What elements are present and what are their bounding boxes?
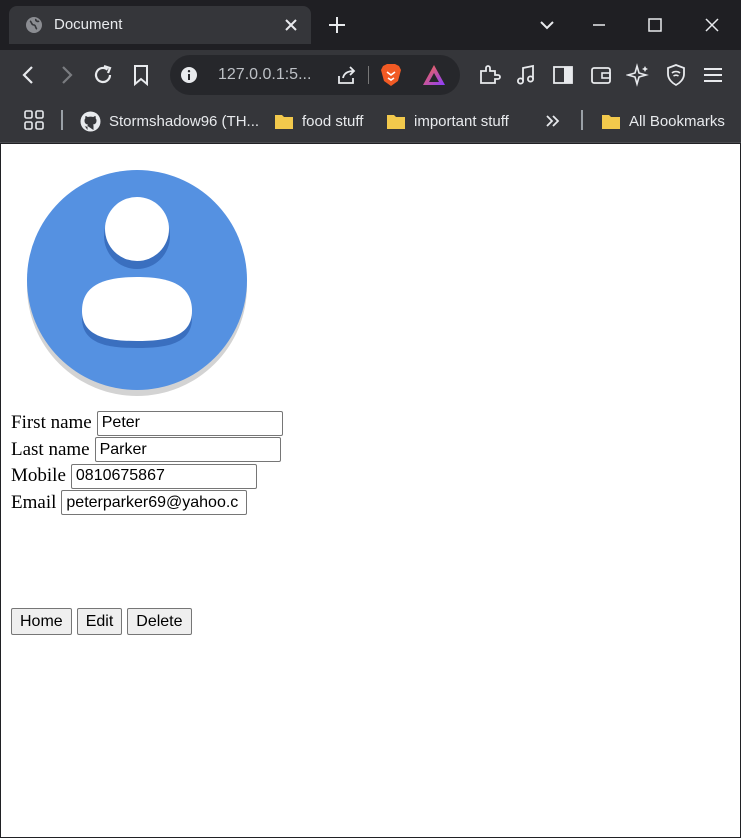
bookmark-icon[interactable] (129, 63, 153, 87)
last-name-field[interactable] (94, 437, 281, 463)
menu-icon[interactable] (701, 63, 725, 87)
leo-ai-icon[interactable] (626, 63, 650, 87)
mobile-label: Mobile (11, 465, 66, 487)
new-tab-icon[interactable] (326, 14, 348, 36)
close-window-icon[interactable] (701, 14, 723, 36)
bookmarks-bar: Stormshadow96 (TH... food stuff importan… (0, 100, 741, 143)
apps-grid-icon[interactable] (23, 109, 45, 131)
first-name-label: First name (11, 412, 92, 434)
email-row: Email (11, 490, 283, 517)
close-tab-icon[interactable] (281, 15, 301, 35)
wallet-icon[interactable] (589, 63, 613, 87)
bookmarks-divider (581, 110, 583, 130)
minimize-icon[interactable] (588, 14, 610, 36)
mobile-field[interactable] (70, 463, 257, 489)
email-label: Email (11, 491, 57, 513)
browser-toolbar: 127.0.0.1:5... (0, 50, 741, 100)
bookmarks-divider (61, 110, 63, 130)
user-avatar-icon (27, 170, 247, 396)
edit-button[interactable]: Edit (76, 608, 123, 635)
extensions-icon[interactable] (477, 63, 501, 87)
folder-icon (387, 114, 405, 129)
first-name-field[interactable] (96, 410, 283, 436)
bookmark-github[interactable]: Stormshadow96 (TH... (80, 108, 259, 134)
sidebar-icon[interactable] (551, 63, 575, 87)
globe-icon (26, 17, 42, 33)
maximize-icon[interactable] (644, 14, 666, 36)
github-icon (80, 111, 101, 131)
action-buttons: Home Edit Delete (11, 608, 192, 635)
brave-rewards-icon[interactable] (422, 64, 446, 86)
bookmark-label: All Bookmarks (629, 112, 725, 130)
bookmark-label: food stuff (302, 112, 364, 130)
site-info-icon[interactable] (180, 66, 198, 84)
last-name-label: Last name (11, 438, 90, 460)
bookmark-food-stuff[interactable]: food stuff (274, 108, 363, 134)
address-divider (368, 66, 369, 84)
folder-icon (602, 114, 620, 129)
forward-icon[interactable] (54, 63, 78, 87)
brave-shields-icon[interactable] (380, 63, 402, 87)
address-url[interactable]: 127.0.0.1:5... (218, 66, 328, 84)
folder-icon (275, 114, 293, 129)
bookmark-all-bookmarks[interactable]: All Bookmarks (601, 108, 725, 134)
browser-tab[interactable]: Document (9, 6, 311, 44)
more-bookmarks-chevron-icon[interactable] (544, 112, 562, 130)
back-icon[interactable] (17, 63, 41, 87)
bookmark-label: important stuff (414, 112, 509, 130)
mobile-row: Mobile (11, 463, 283, 490)
reload-icon[interactable] (91, 63, 115, 87)
bookmark-important-stuff[interactable]: important stuff (386, 108, 509, 134)
bookmark-label: Stormshadow96 (TH... (109, 112, 260, 130)
address-bar[interactable]: 127.0.0.1:5... (170, 55, 460, 95)
share-icon[interactable] (336, 64, 358, 86)
email-field[interactable] (61, 490, 248, 516)
last-name-row: Last name (11, 437, 283, 464)
user-form: First name Last name Mobile Email (11, 410, 283, 516)
page-content: First name Last name Mobile Email Home E… (1, 144, 740, 837)
tab-title: Document (54, 16, 123, 33)
first-name-row: First name (11, 410, 283, 437)
delete-button[interactable]: Delete (127, 608, 192, 635)
media-music-icon[interactable] (514, 63, 538, 87)
tab-search-chevron-icon[interactable] (536, 14, 558, 36)
home-button[interactable]: Home (11, 608, 72, 635)
browser-titlebar: Document (0, 0, 741, 50)
vpn-shield-icon[interactable] (664, 63, 688, 87)
